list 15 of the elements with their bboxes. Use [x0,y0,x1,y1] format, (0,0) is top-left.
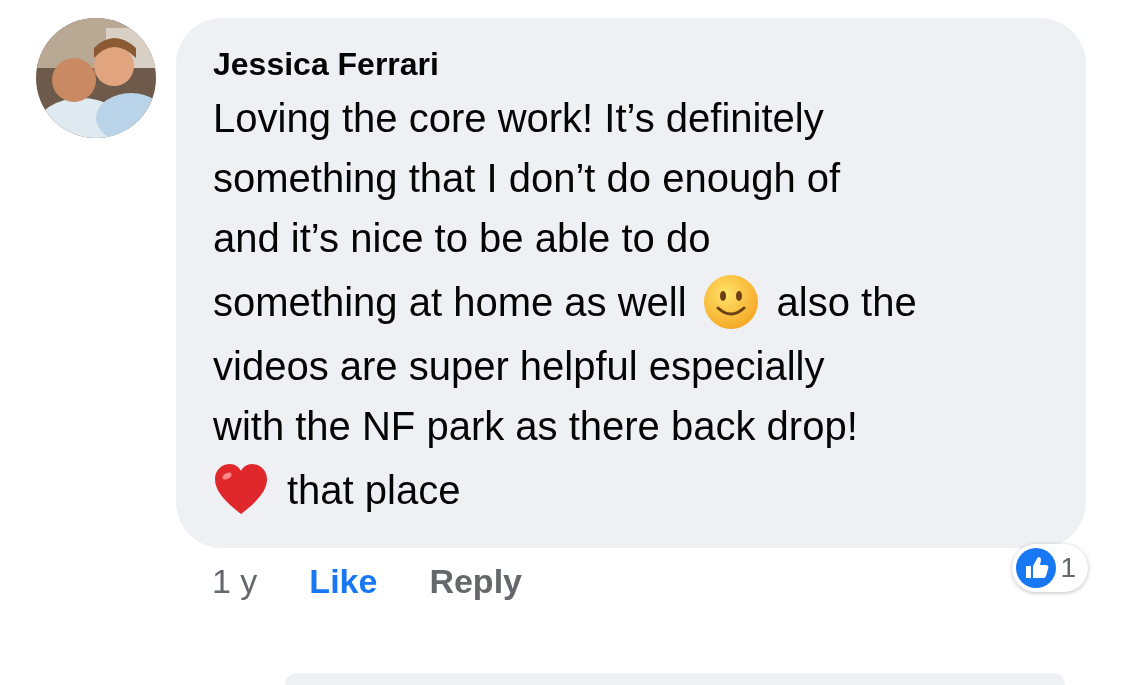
author-name[interactable]: Jessica Ferrari [213,44,1050,84]
comment-text: also the [776,279,917,326]
like-link[interactable]: Like [309,561,378,601]
comment-time: 1 y [212,561,258,601]
reply-link[interactable]: Reply [429,561,522,601]
comment-text: Loving the core work! It’s definitely [213,95,824,142]
reaction-count[interactable]: 1 [1012,544,1088,592]
comment-text: something that I don’t do enough of [213,155,841,202]
smiley-icon [702,274,759,330]
comment-text: something at home as well [213,279,687,326]
comment-text: that place [287,467,461,514]
comment-text: with the NF park as there back drop! [213,403,858,450]
comment-text: videos are super helpful especially [213,343,825,390]
thumbs-up-icon [1016,548,1057,588]
comment-text: and it’s nice to be able to do [213,215,711,262]
